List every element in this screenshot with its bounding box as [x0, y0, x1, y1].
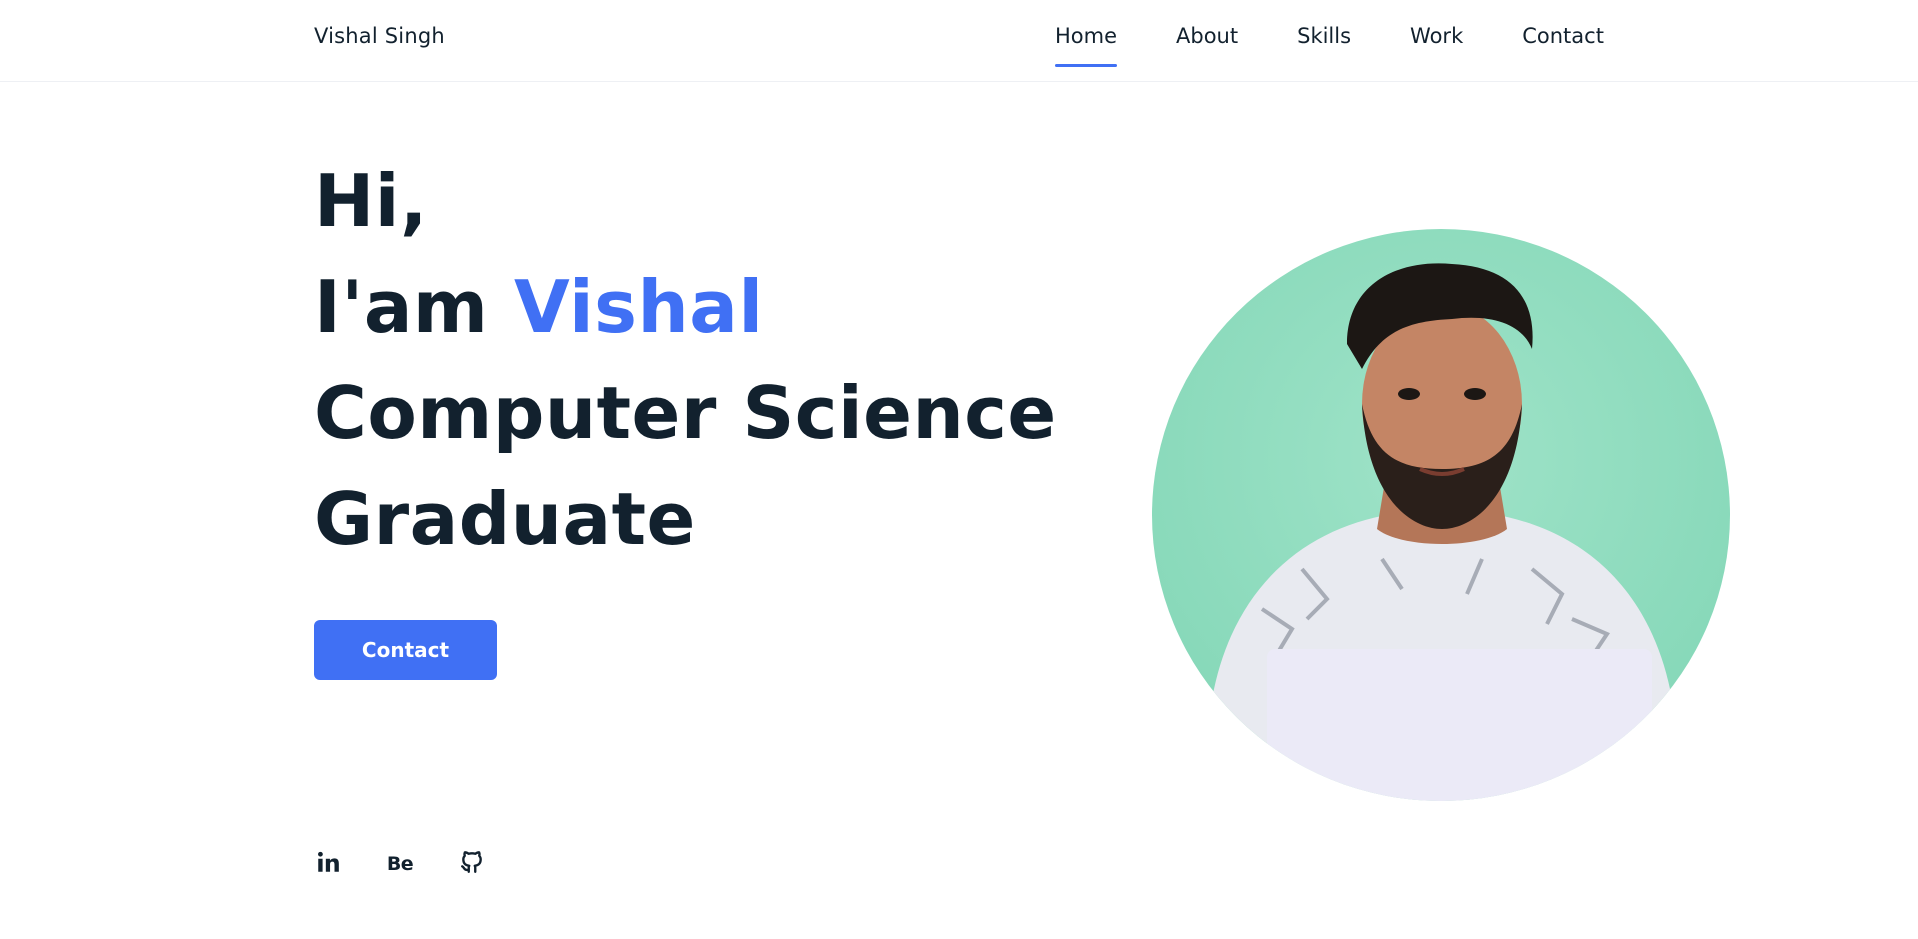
behance-link[interactable]: Be [386, 850, 414, 878]
profile-photo [1152, 229, 1730, 801]
nav-work[interactable]: Work [1410, 0, 1463, 82]
hero-intro-line: I'am Vishal [314, 254, 1057, 360]
hero-greeting: Hi, [314, 159, 428, 243]
github-icon [459, 849, 485, 879]
site-logo[interactable]: Vishal Singh [314, 24, 445, 48]
hero-name: Vishal [514, 265, 764, 349]
site-header: Vishal Singh Home About Skills Work Cont… [0, 0, 1918, 82]
social-links: Be [314, 850, 486, 878]
nav-about[interactable]: About [1176, 0, 1238, 82]
contact-button[interactable]: Contact [314, 620, 497, 680]
nav-contact[interactable]: Contact [1522, 0, 1604, 82]
nav-home[interactable]: Home [1055, 0, 1118, 82]
main-nav: Home About Skills Work Contact [1055, 0, 1604, 82]
nav-skills[interactable]: Skills [1297, 0, 1351, 82]
hero-intro: I'am [314, 265, 489, 349]
behance-icon: Be [386, 853, 414, 875]
hero-title-line1: Computer Science [314, 371, 1057, 455]
linkedin-link[interactable] [314, 850, 342, 878]
hero-heading: Hi, I'am Vishal Computer Science Graduat… [314, 148, 1057, 572]
github-link[interactable] [458, 850, 486, 878]
hero-title-line2: Graduate [314, 477, 696, 561]
linkedin-icon [315, 849, 341, 879]
